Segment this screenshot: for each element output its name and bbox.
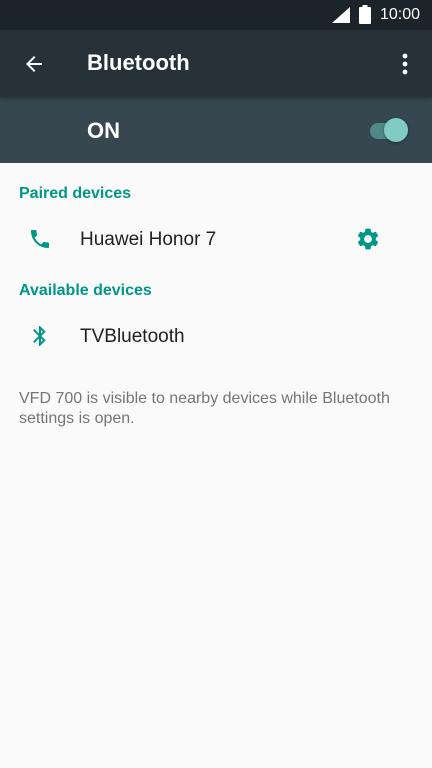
toggle-thumb bbox=[384, 118, 408, 142]
visibility-info-text: VFD 700 is visible to nearby devices whi… bbox=[19, 390, 390, 427]
cellular-signal-icon bbox=[332, 7, 350, 23]
bluetooth-settings-screen: 10:00 Bluetooth ON Paired devices Huawei… bbox=[0, 0, 432, 768]
bluetooth-toggle[interactable] bbox=[366, 115, 412, 145]
back-button[interactable] bbox=[14, 44, 54, 84]
page-title: Bluetooth bbox=[87, 50, 190, 75]
app-bar: Bluetooth bbox=[0, 30, 432, 97]
switch-state-label: ON bbox=[87, 118, 120, 143]
phone-icon bbox=[31, 230, 49, 248]
available-device-name: TVBluetooth bbox=[80, 326, 185, 347]
arrow-back-icon bbox=[26, 56, 42, 72]
more-options-button[interactable] bbox=[390, 44, 420, 84]
paired-device-row[interactable]: Huawei Honor 7 bbox=[0, 211, 432, 267]
available-devices-header: Available devices bbox=[19, 282, 152, 299]
status-bar: 10:00 bbox=[0, 0, 432, 30]
more-vert-icon bbox=[402, 53, 408, 75]
paired-device-name: Huawei Honor 7 bbox=[80, 229, 217, 250]
bluetooth-icon bbox=[33, 326, 46, 346]
gear-icon bbox=[357, 228, 379, 250]
available-device-row[interactable]: TVBluetooth bbox=[0, 308, 432, 364]
battery-full-icon bbox=[359, 5, 371, 24]
device-settings-button[interactable] bbox=[350, 221, 386, 257]
status-time: 10:00 bbox=[380, 6, 421, 23]
paired-devices-header: Paired devices bbox=[19, 185, 132, 202]
bluetooth-switch-bar[interactable]: ON bbox=[0, 97, 432, 163]
